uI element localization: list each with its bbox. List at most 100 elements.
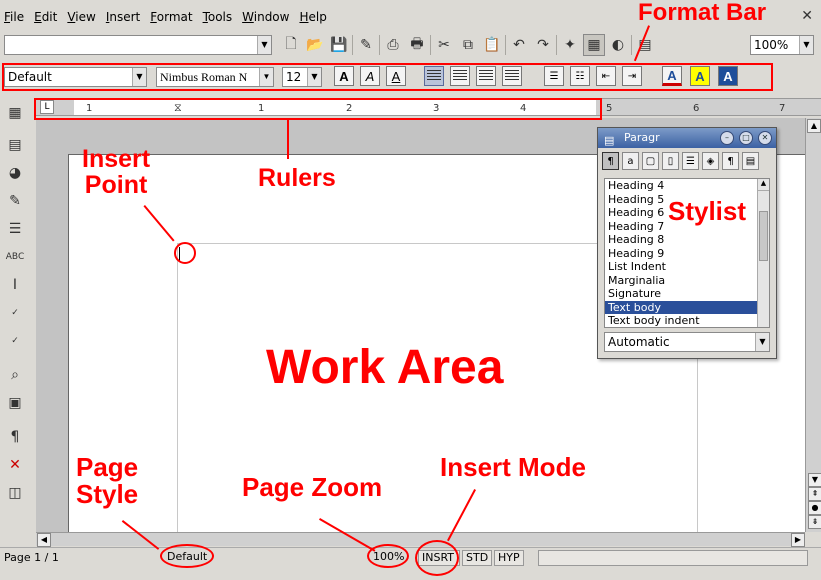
style-item-selected[interactable]: Text body xyxy=(605,300,769,314)
insert-object-icon[interactable]: ◕ xyxy=(2,160,28,186)
export-pdf-icon[interactable]: ⎙ xyxy=(382,34,404,56)
style-item[interactable]: Marginalia xyxy=(605,274,769,288)
style-item[interactable]: Heading 4 xyxy=(605,179,769,193)
chevron-down-icon[interactable]: ▼ xyxy=(755,333,769,351)
document-icon[interactable]: 🗋 xyxy=(280,34,302,56)
style-item[interactable]: Text body indent xyxy=(605,314,769,327)
format-bar-highlight xyxy=(2,63,773,91)
zoom-select[interactable]: 100% ▼ xyxy=(750,35,814,55)
gallery-icon[interactable]: ◐ xyxy=(607,34,629,56)
copy-icon[interactable]: ⧉ xyxy=(457,34,479,56)
menu-view[interactable]: View xyxy=(67,10,95,24)
update-style-icon[interactable]: ▤ xyxy=(742,152,759,170)
datasource-icon[interactable]: ▣ xyxy=(2,390,28,416)
edit-file-icon[interactable]: ✎ xyxy=(355,34,377,56)
menu-edit[interactable]: Edit xyxy=(34,10,57,24)
print-icon[interactable]: 🖶 xyxy=(406,34,428,56)
graphics-off-icon[interactable]: ✕ xyxy=(2,452,28,478)
autocorrect-icon[interactable]: ABC xyxy=(2,244,28,270)
next-page-icon[interactable]: ⇟ xyxy=(808,515,821,529)
page-count: Page 1 / 1 xyxy=(4,551,59,564)
paste-icon[interactable]: 📋 xyxy=(481,34,503,56)
insert-table-icon[interactable]: ▦ xyxy=(2,100,28,126)
menu-help[interactable]: Help xyxy=(299,10,326,24)
page-styles-icon[interactable]: ▯ xyxy=(662,152,679,170)
insert-point-label: Insert Point xyxy=(82,145,151,200)
chevron-down-icon[interactable]: ▼ xyxy=(799,36,813,54)
new-style-icon[interactable]: ¶ xyxy=(722,152,739,170)
nonprinting-chars-icon[interactable]: ¶ xyxy=(2,424,28,450)
selection-mode[interactable]: STD xyxy=(462,550,492,566)
menu-file[interactable]: File xyxy=(4,10,24,24)
scroll-thumb[interactable] xyxy=(759,211,768,261)
separator xyxy=(556,35,557,55)
cut-icon[interactable]: ✂ xyxy=(433,34,455,56)
separator xyxy=(379,35,380,55)
close-document-icon[interactable]: ✕ xyxy=(801,8,813,24)
menu-tools[interactable]: Tools xyxy=(203,10,233,24)
menu-window[interactable]: Window xyxy=(242,10,289,24)
scroll-left-icon[interactable]: ◀ xyxy=(37,533,51,547)
text-cursor-icon[interactable]: I xyxy=(2,272,28,298)
ruler-number: 7 xyxy=(779,103,786,114)
scroll-right-icon[interactable]: ▶ xyxy=(791,533,805,547)
stylist-toolbar: ¶ a ▢ ▯ ☰ ◈ ¶ ▤ xyxy=(602,152,774,174)
stylist-window: ▤ Paragr – □ ✕ ¶ a ▢ ▯ ☰ ◈ ¶ ▤ Heading 4… xyxy=(597,127,777,359)
form-controls-icon[interactable]: ☰ xyxy=(2,216,28,242)
insert-fields-icon[interactable]: ▤ xyxy=(2,132,28,158)
ruler-number: 5 xyxy=(606,103,613,114)
style-item[interactable]: Heading 8 xyxy=(605,233,769,247)
scroll-nav-group: ▼ ⇞ ● ⇟ xyxy=(807,473,821,529)
insert-mode-circle xyxy=(415,540,459,576)
style-item[interactable]: Signature xyxy=(605,287,769,301)
vertical-scrollbar[interactable]: ▲ ▼ ⇞ ● ⇟ xyxy=(805,118,821,532)
page-style-circle xyxy=(160,544,214,568)
work-area-label: Work Area xyxy=(266,341,504,394)
previous-page-icon[interactable]: ⇞ xyxy=(808,487,821,501)
style-list-scrollbar[interactable]: ▲ xyxy=(757,179,769,327)
style-filter-select[interactable]: Automatic ▼ xyxy=(604,332,770,352)
status-info xyxy=(538,550,808,566)
navigation-icon[interactable]: ● xyxy=(808,501,821,515)
scroll-down-icon[interactable]: ▼ xyxy=(808,473,821,487)
ruler-margin-right xyxy=(596,99,821,115)
online-layout-icon[interactable]: ◫ xyxy=(2,480,28,506)
autospellcheck-icon[interactable]: ✓ xyxy=(2,328,28,354)
style-item[interactable]: Heading 9 xyxy=(605,247,769,261)
stylist-titlebar[interactable]: ▤ Paragr – □ ✕ xyxy=(598,128,776,148)
style-item[interactable]: List Indent xyxy=(605,260,769,274)
hyperlink-mode[interactable]: HYP xyxy=(494,550,524,566)
frame-styles-icon[interactable]: ▢ xyxy=(642,152,659,170)
open-folder-icon[interactable]: 📂 xyxy=(304,34,326,56)
list-styles-icon[interactable]: ☰ xyxy=(682,152,699,170)
rulers-label: Rulers xyxy=(258,164,336,192)
scroll-up-icon[interactable]: ▲ xyxy=(758,179,769,191)
navigator-icon[interactable]: ✦ xyxy=(559,34,581,56)
menu-insert[interactable]: Insert xyxy=(106,10,140,24)
page-zoom-label: Page Zoom xyxy=(242,472,383,502)
url-field[interactable]: ▼ xyxy=(4,35,272,55)
close-icon[interactable]: ✕ xyxy=(758,131,772,145)
ruler-highlight xyxy=(34,98,602,120)
save-icon[interactable]: 💾 xyxy=(328,34,350,56)
paragraph-styles-icon[interactable]: ¶ xyxy=(602,152,619,170)
stylist-toggle-icon[interactable]: ▦ xyxy=(583,34,605,56)
maximize-icon[interactable]: □ xyxy=(739,131,753,145)
status-bar: Page 1 / 1 Default 100% INSRT STD HYP xyxy=(0,547,821,567)
character-styles-icon[interactable]: a xyxy=(622,152,639,170)
minimize-icon[interactable]: – xyxy=(720,131,734,145)
separator xyxy=(631,35,632,55)
stylist-title: Paragr xyxy=(624,131,660,144)
separator xyxy=(430,35,431,55)
draw-functions-icon[interactable]: ✎ xyxy=(2,188,28,214)
scroll-up-icon[interactable]: ▲ xyxy=(807,119,821,133)
menu-format[interactable]: Format xyxy=(150,10,192,24)
fill-format-icon[interactable]: ◈ xyxy=(702,152,719,170)
redo-icon[interactable]: ↷ xyxy=(532,34,554,56)
page-style-label: Page Style xyxy=(76,452,139,510)
ruler-number: 6 xyxy=(693,103,700,114)
undo-icon[interactable]: ↶ xyxy=(508,34,530,56)
spellcheck-icon[interactable]: ✓ xyxy=(2,300,28,326)
find-replace-icon[interactable]: ⌕ xyxy=(2,362,28,388)
chevron-down-icon[interactable]: ▼ xyxy=(257,36,271,54)
